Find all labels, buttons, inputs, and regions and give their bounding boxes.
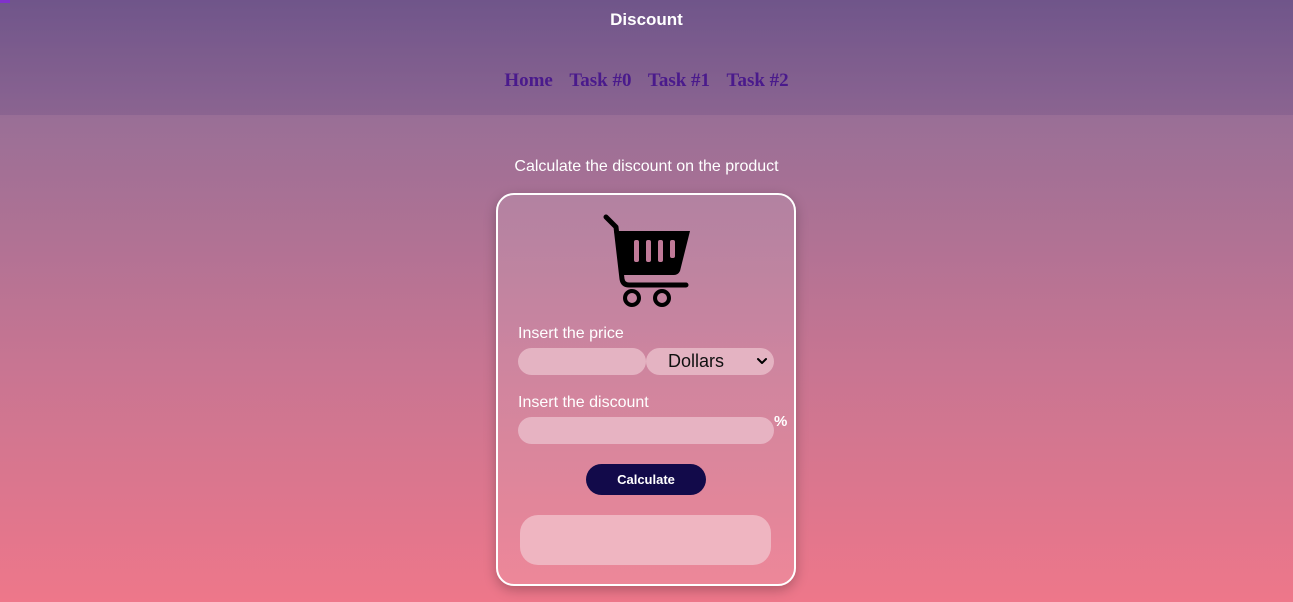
result-box bbox=[520, 515, 771, 565]
chevron-down-icon bbox=[757, 358, 767, 364]
nav-link-task-2[interactable]: Task #2 bbox=[727, 70, 789, 92]
discount-label: Insert the discount bbox=[518, 394, 649, 411]
nav-link-task-0[interactable]: Task #0 bbox=[569, 70, 631, 92]
price-input[interactable] bbox=[518, 348, 646, 375]
calculate-button[interactable]: Calculate bbox=[586, 464, 706, 495]
page-subtitle: Calculate the discount on the product bbox=[514, 158, 779, 175]
discount-card: Insert the price Dollars Insert the disc… bbox=[496, 193, 796, 586]
site-header: Discount Home Task #0 Task #1 Task #2 bbox=[0, 0, 1293, 115]
currency-selected-value: Dollars bbox=[668, 351, 725, 371]
site-title: Discount bbox=[610, 10, 683, 29]
nav-link-home[interactable]: Home bbox=[504, 70, 553, 92]
nav-link-task-1[interactable]: Task #1 bbox=[648, 70, 710, 92]
shopping-cart-icon bbox=[603, 214, 690, 307]
percent-sign: % bbox=[774, 413, 788, 430]
discount-input[interactable] bbox=[518, 417, 774, 444]
main-nav: Home Task #0 Task #1 Task #2 bbox=[0, 70, 1293, 92]
price-label: Insert the price bbox=[518, 325, 624, 342]
currency-select[interactable]: Dollars bbox=[646, 348, 774, 375]
